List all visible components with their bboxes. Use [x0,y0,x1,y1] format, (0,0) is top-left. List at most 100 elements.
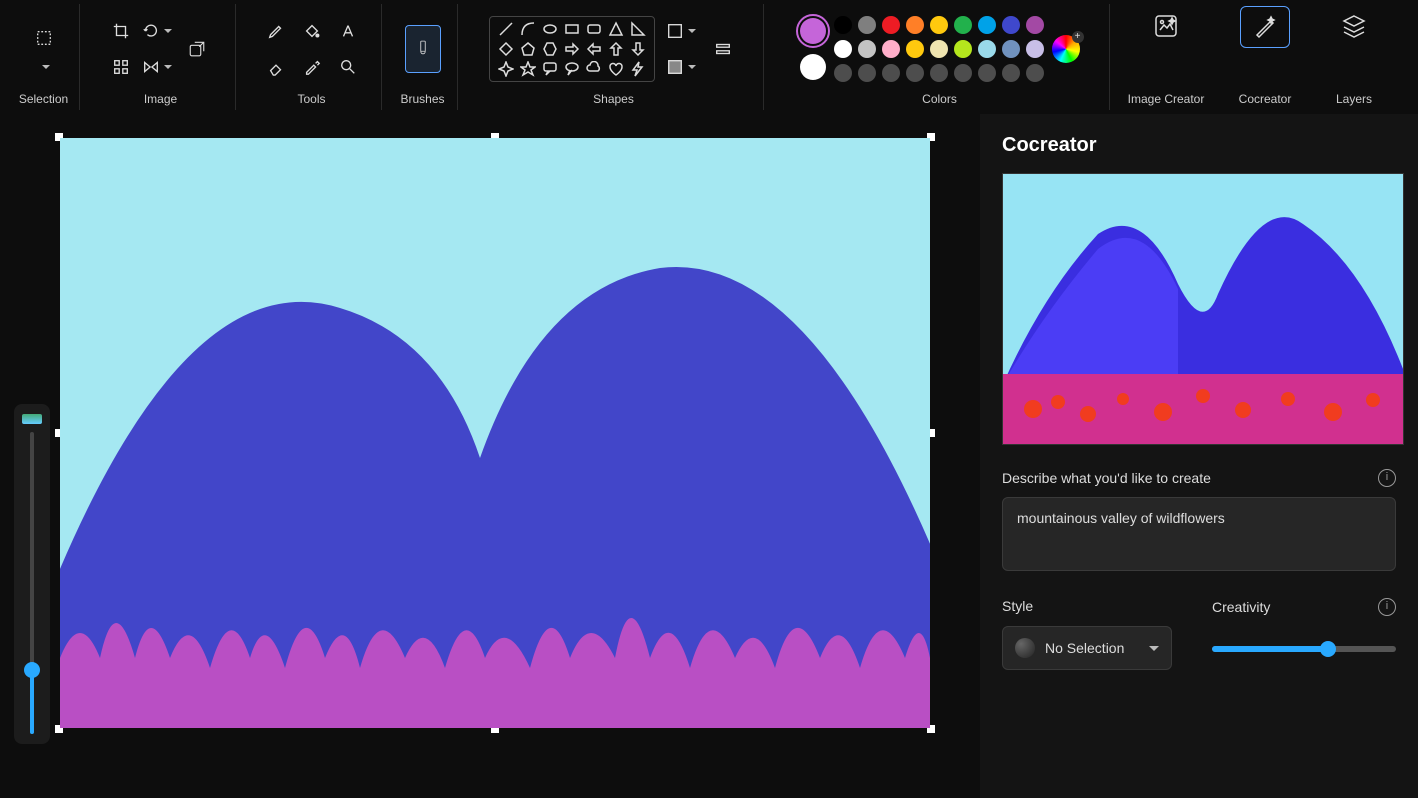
color-swatch[interactable] [1002,40,1020,58]
shape-outline-dropdown[interactable] [665,15,697,47]
color-primary[interactable] [800,18,826,44]
color-swatch[interactable] [834,64,852,82]
flip-tool[interactable] [141,51,173,83]
shape-pentagon-icon[interactable] [520,41,536,57]
group-shapes: Shapes [464,4,764,110]
group-label: Selection [19,92,68,108]
style-label: Style [1002,598,1172,614]
image-creator-button[interactable] [1142,6,1190,46]
edit-colors[interactable] [1052,35,1080,63]
style-select[interactable]: No Selection [1002,626,1172,670]
selection-tool[interactable] [28,22,60,54]
color-swatch[interactable] [978,64,996,82]
resize-tool[interactable] [177,29,217,69]
color-swatch[interactable] [906,64,924,82]
shape-diamond-icon[interactable] [498,41,514,57]
color-swatch[interactable] [834,40,852,58]
preview-image [1003,174,1404,445]
color-swatch[interactable] [906,40,924,58]
color-swatch[interactable] [1002,64,1020,82]
shape-oval-icon[interactable] [542,21,558,37]
shape-5star-icon[interactable] [520,61,536,77]
group-label: Colors [922,92,957,108]
shape-oval-callout-icon[interactable] [564,61,580,77]
info-icon[interactable]: i [1378,469,1396,487]
group-selection: Selection [8,4,80,110]
shape-arrow-d-icon[interactable] [630,41,646,57]
color-swatch[interactable] [906,16,924,34]
group-brushes: Brushes [388,4,458,110]
selection-dropdown[interactable] [38,58,50,76]
brush-size-slider[interactable] [14,404,50,744]
shape-roundrect-icon[interactable] [586,21,602,37]
color-swatch[interactable] [978,40,996,58]
shape-4star-icon[interactable] [498,61,514,77]
creativity-slider[interactable] [1212,646,1396,652]
creativity-thumb[interactable] [1320,641,1336,657]
color-palette [834,16,1044,82]
shape-righttri-icon[interactable] [630,21,646,37]
color-swatch[interactable] [930,64,948,82]
shape-callout-icon[interactable] [542,61,558,77]
color-swatch[interactable] [882,64,900,82]
shape-arrow-r-icon[interactable] [564,41,580,57]
select-all-tool[interactable] [105,51,137,83]
cocreator-button[interactable] [1240,6,1290,48]
info-icon[interactable]: i [1378,598,1396,616]
ribbon-toolbar: Selection Image [0,0,1418,114]
shape-cloud-icon[interactable] [586,61,602,77]
color-swatch[interactable] [882,40,900,58]
color-swatch[interactable] [954,40,972,58]
drawing-canvas[interactable] [60,138,930,728]
color-secondary[interactable] [800,54,826,80]
color-swatch[interactable] [1026,16,1044,34]
shape-heart-icon[interactable] [608,61,624,77]
group-label: Tools [297,92,325,108]
group-image: Image [86,4,236,110]
shape-hexagon-icon[interactable] [542,41,558,57]
shape-arrow-u-icon[interactable] [608,41,624,57]
cocreator-preview [1002,173,1404,445]
color-swatch[interactable] [954,64,972,82]
shapes-gallery[interactable] [489,16,655,82]
canvas-drawing [60,138,930,728]
eyedropper-tool[interactable] [296,51,328,83]
group-label: Layers [1336,92,1372,108]
shapes-more[interactable] [707,33,739,65]
shape-lightning-icon[interactable] [630,61,646,77]
rotate-tool[interactable] [141,15,173,47]
brush-tool[interactable] [405,25,441,73]
color-swatch[interactable] [954,16,972,34]
color-swatch[interactable] [882,16,900,34]
pencil-tool[interactable] [260,15,292,47]
brush-slider-thumb[interactable] [24,662,40,678]
brush-preview-icon [22,414,42,424]
shape-arrow-l-icon[interactable] [586,41,602,57]
shape-rect-icon[interactable] [564,21,580,37]
fill-tool[interactable] [296,15,328,47]
color-swatch[interactable] [858,40,876,58]
group-tools: Tools [242,4,382,110]
layers-button[interactable] [1330,6,1378,46]
group-label: Cocreator [1239,92,1292,108]
color-swatch[interactable] [834,16,852,34]
color-swatch[interactable] [858,64,876,82]
shape-triangle-icon[interactable] [608,21,624,37]
color-swatch[interactable] [1002,16,1020,34]
shape-line-icon[interactable] [498,21,514,37]
shape-fill-dropdown[interactable] [665,51,697,83]
text-tool[interactable] [332,15,364,47]
prompt-input[interactable] [1002,497,1396,571]
eraser-tool[interactable] [260,51,292,83]
shape-curve-icon[interactable] [520,21,536,37]
color-swatch[interactable] [1026,40,1044,58]
group-label: Brushes [400,92,444,108]
color-swatch[interactable] [978,16,996,34]
color-swatch[interactable] [858,16,876,34]
color-swatch[interactable] [930,16,948,34]
crop-tool[interactable] [105,15,137,47]
color-swatch[interactable] [1026,64,1044,82]
group-image-creator: Image Creator [1116,4,1216,110]
color-swatch[interactable] [930,40,948,58]
magnifier-tool[interactable] [332,51,364,83]
